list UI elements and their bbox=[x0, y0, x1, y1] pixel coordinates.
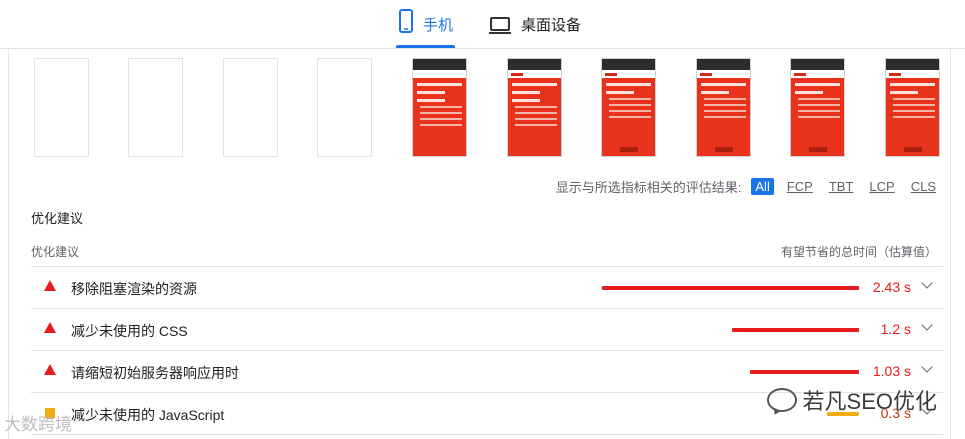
column-header-savings: 有望节省的总时间（估算值） bbox=[780, 245, 937, 259]
tab-mobile-label: 手机 bbox=[423, 17, 454, 34]
filmstrip-frame bbox=[790, 58, 845, 157]
filmstrip bbox=[0, 58, 965, 160]
opportunity-name: 减少未使用的 CSS bbox=[71, 323, 188, 339]
desktop-icon bbox=[489, 17, 511, 34]
filter-chip-tbt[interactable]: TBT bbox=[826, 178, 857, 195]
filter-chip-lcp[interactable]: LCP bbox=[866, 178, 897, 195]
savings-value: 1.2 s bbox=[880, 321, 911, 337]
fail-triangle-icon bbox=[44, 280, 56, 291]
chevron-down-icon[interactable] bbox=[921, 277, 933, 289]
savings-value: 2.43 s bbox=[872, 279, 911, 295]
savings-bar bbox=[750, 370, 859, 374]
opportunity-name: 移除阻塞渲染的资源 bbox=[71, 281, 197, 297]
watermark: 若凡SEO优化 bbox=[766, 384, 937, 416]
filter-chip-cls[interactable]: CLS bbox=[908, 178, 939, 195]
filmstrip-frame-blank bbox=[223, 58, 278, 157]
tab-mobile[interactable]: 手机 bbox=[396, 8, 456, 48]
filmstrip-frame bbox=[412, 58, 467, 157]
savings-bar bbox=[732, 328, 859, 332]
opportunity-name: 减少未使用的 JavaScript bbox=[71, 407, 225, 423]
tab-desktop[interactable]: 桌面设备 bbox=[488, 8, 581, 48]
metric-filter: 显示与所选指标相关的评估结果: All FCP TBT LCP CLS bbox=[556, 177, 939, 196]
filter-label: 显示与所选指标相关的评估结果: bbox=[555, 180, 742, 195]
chat-bubble-icon bbox=[766, 388, 797, 412]
mobile-icon bbox=[399, 9, 413, 33]
filmstrip-frame-blank bbox=[128, 58, 183, 157]
watermark-left: 大数跨境 bbox=[4, 415, 72, 434]
table-header: 优化建议 有望节省的总时间（估算值） bbox=[31, 243, 937, 260]
tab-desktop-label: 桌面设备 bbox=[521, 17, 582, 34]
column-header-opportunity: 优化建议 bbox=[31, 245, 80, 259]
divider bbox=[31, 434, 943, 435]
filmstrip-frame bbox=[885, 58, 940, 157]
fail-triangle-icon bbox=[44, 364, 56, 375]
chevron-down-icon[interactable] bbox=[921, 361, 933, 373]
watermark-text: 若凡SEO优化 bbox=[802, 389, 937, 414]
active-tab-indicator bbox=[396, 45, 456, 48]
chevron-down-icon[interactable] bbox=[921, 319, 933, 331]
device-tabs: 手机 桌面设备 bbox=[0, 0, 965, 49]
section-title: 优化建议 bbox=[31, 211, 84, 226]
filmstrip-frame bbox=[601, 58, 656, 157]
opportunity-row[interactable]: 减少未使用的 CSS 1.2 s bbox=[31, 309, 943, 350]
savings-bar bbox=[602, 286, 859, 290]
filmstrip-frame bbox=[696, 58, 751, 157]
filter-chip-all[interactable]: All bbox=[751, 178, 774, 195]
filmstrip-frame-blank bbox=[34, 58, 89, 157]
filter-chip-fcp[interactable]: FCP bbox=[784, 178, 816, 195]
opportunity-name: 请缩短初始服务器响应用时 bbox=[71, 365, 239, 381]
fail-triangle-icon bbox=[44, 322, 56, 333]
filmstrip-frame-blank bbox=[317, 58, 372, 157]
filmstrip-frame bbox=[507, 58, 562, 157]
opportunity-row[interactable]: 移除阻塞渲染的资源 2.43 s bbox=[31, 267, 943, 308]
savings-value: 1.03 s bbox=[872, 363, 911, 379]
